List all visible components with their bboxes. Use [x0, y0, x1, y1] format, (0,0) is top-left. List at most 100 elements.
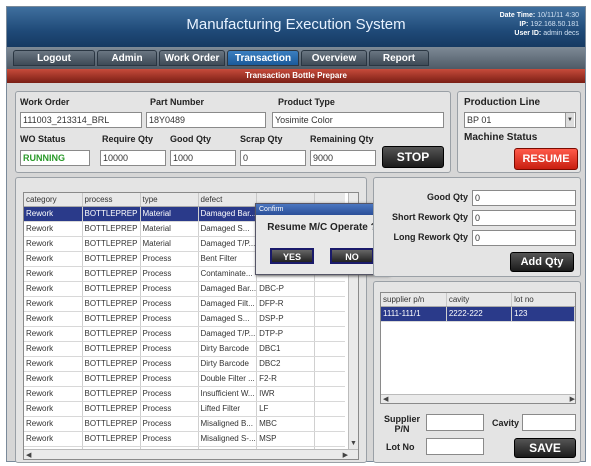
- short-rework-qty-input[interactable]: 0: [472, 210, 576, 226]
- supplier-table-header: supplier p/n cavity lot no: [381, 293, 575, 307]
- menu-admin[interactable]: Admin: [97, 50, 157, 66]
- table-cell: Rework: [24, 206, 83, 222]
- table-row[interactable]: Rework BOTTLEPREP Process Misaligned S-... M…: [24, 431, 345, 447]
- scroll-right-icon[interactable]: ▶: [343, 451, 348, 459]
- cavity-label: Cavity: [492, 418, 520, 428]
- cavity-input[interactable]: [522, 414, 576, 431]
- column-process[interactable]: process: [82, 193, 141, 207]
- table-cell: Process: [140, 251, 199, 267]
- menu-report[interactable]: Report: [369, 50, 429, 66]
- table-cell: Rework: [24, 416, 83, 432]
- scroll-right-icon[interactable]: ▶: [570, 395, 575, 403]
- wo-status-label: WO Status: [20, 134, 66, 144]
- long-rework-qty-input[interactable]: 0: [472, 230, 576, 246]
- lot-no-label: Lot No: [386, 442, 415, 452]
- production-line-select[interactable]: BP 01 ▼: [464, 112, 576, 128]
- confirm-no-button[interactable]: NO: [330, 248, 374, 264]
- table-cell: Contaminate...: [198, 266, 258, 282]
- table-cell: Rework: [24, 251, 83, 267]
- product-type-label: Product Type: [278, 97, 335, 107]
- table-cell: Process: [140, 341, 199, 357]
- good-qty-input[interactable]: 0: [472, 190, 576, 206]
- table-cell-spacer: [314, 311, 345, 327]
- table-cell: Rework: [24, 236, 83, 252]
- remaining-qty-field[interactable]: 9000: [310, 150, 376, 166]
- confirm-dialog: Confirm Resume M/C Operate ? YES NO: [255, 203, 389, 275]
- column-type[interactable]: type: [140, 193, 199, 207]
- table-cell: Rework: [24, 266, 83, 282]
- table-cell: BOTTLEPREP: [82, 326, 141, 342]
- work-order-panel: Work Order 111003_213314_BRL Part Number…: [15, 91, 451, 173]
- ip-label: IP:: [519, 21, 529, 28]
- column-defect[interactable]: defect: [198, 193, 258, 207]
- table-cell: Rework: [24, 221, 83, 237]
- product-type-field[interactable]: Yosimite Color: [272, 112, 444, 128]
- part-number-field[interactable]: 18Y0489: [146, 112, 266, 128]
- table-cell: BOTTLEPREP: [82, 401, 141, 417]
- scroll-left-icon[interactable]: ◀: [383, 395, 388, 403]
- table-cell: Process: [140, 311, 199, 327]
- table-cell: Process: [140, 356, 199, 372]
- table-cell: BOTTLEPREP: [82, 281, 141, 297]
- supplier-table: supplier p/n cavity lot no 1111-111/1 222…: [380, 292, 576, 404]
- resume-button[interactable]: RESUME: [514, 148, 578, 170]
- good-qty-label: Good Qty: [170, 134, 211, 144]
- table-cell: Damaged S...: [198, 311, 258, 327]
- add-qty-button[interactable]: Add Qty: [510, 252, 574, 272]
- table-row[interactable]: Rework BOTTLEPREP Process Double Filter ...…: [24, 371, 345, 387]
- table-cell-spacer: [314, 386, 345, 402]
- table-cell: Process: [140, 431, 199, 447]
- table-row[interactable]: Rework BOTTLEPREP Process Dirty Barcode DBC1: [24, 341, 345, 357]
- table-cell: Rework: [24, 281, 83, 297]
- require-qty-field[interactable]: 10000: [100, 150, 166, 166]
- table-row[interactable]: 1111-111/1 2222-222 123: [381, 306, 575, 322]
- table-cell: Rework: [24, 326, 83, 342]
- column-lot-no[interactable]: lot no: [511, 293, 575, 307]
- table-cell: 1111-111/1: [381, 306, 447, 322]
- short-rework-qty-label: Short Rework Qty: [391, 212, 468, 222]
- machine-status-label: Machine Status: [464, 132, 538, 143]
- menu-work-order[interactable]: Work Order: [159, 50, 225, 66]
- table-cell: Damaged T/P...: [198, 236, 258, 252]
- table-row[interactable]: Rework BOTTLEPREP Process Misaligned B... MB…: [24, 416, 345, 432]
- table-cell: Insufficient W...: [198, 386, 258, 402]
- table-cell: BOTTLEPREP: [82, 311, 141, 327]
- menu-logout[interactable]: Logout: [13, 50, 95, 66]
- date-time-label: Date Time:: [499, 12, 536, 19]
- scrap-qty-field[interactable]: 0: [240, 150, 306, 166]
- production-line-label: Production Line: [464, 97, 541, 108]
- work-order-field[interactable]: 111003_213314_BRL: [20, 112, 142, 128]
- supplier-table-horizontal-scrollbar[interactable]: ◀ ▶: [381, 394, 575, 403]
- table-row[interactable]: Rework BOTTLEPREP Process Dirty Barcode DBC2: [24, 356, 345, 372]
- table-cell: BOTTLEPREP: [82, 266, 141, 282]
- column-supplier-pn[interactable]: supplier p/n: [381, 293, 447, 307]
- table-cell: DBC1: [256, 341, 316, 357]
- supplier-pn-input[interactable]: [426, 414, 484, 431]
- table-row[interactable]: Rework BOTTLEPREP Process Damaged Bar... DBC…: [24, 281, 345, 297]
- confirm-dialog-title: Confirm: [256, 204, 388, 215]
- defect-table-horizontal-scrollbar[interactable]: ◀ ▶: [24, 449, 358, 459]
- table-row[interactable]: Rework BOTTLEPREP Process Damaged S... DSP-P: [24, 311, 345, 327]
- scroll-down-icon[interactable]: ▼: [350, 440, 357, 447]
- save-button[interactable]: SAVE: [514, 438, 576, 458]
- table-cell: Rework: [24, 296, 83, 312]
- column-cavity[interactable]: cavity: [446, 293, 513, 307]
- scroll-left-icon[interactable]: ◀: [26, 451, 31, 459]
- confirm-yes-button[interactable]: YES: [270, 248, 314, 264]
- menu-overview[interactable]: Overview: [301, 50, 367, 66]
- chevron-down-icon[interactable]: ▼: [565, 113, 574, 127]
- column-category[interactable]: category: [24, 193, 83, 207]
- lot-no-input[interactable]: [426, 438, 484, 455]
- table-cell: Dirty Barcode: [198, 356, 258, 372]
- table-row[interactable]: Rework BOTTLEPREP Process Lifted Filter LF: [24, 401, 345, 417]
- table-row[interactable]: Rework BOTTLEPREP Process Insufficient W...…: [24, 386, 345, 402]
- table-row[interactable]: Rework BOTTLEPREP Process Damaged Filt... DF…: [24, 296, 345, 312]
- table-cell: Misaligned B...: [198, 416, 258, 432]
- stop-button[interactable]: STOP: [382, 146, 444, 168]
- production-line-panel: Production Line BP 01 ▼ Machine Status R…: [457, 91, 581, 173]
- menu-transaction[interactable]: Transaction: [227, 50, 299, 66]
- table-cell: Damaged Bar...: [198, 206, 258, 222]
- table-row[interactable]: Rework BOTTLEPREP Process Damaged T/P... DTP…: [24, 326, 345, 342]
- table-cell: Material: [140, 236, 199, 252]
- good-qty-field[interactable]: 1000: [170, 150, 236, 166]
